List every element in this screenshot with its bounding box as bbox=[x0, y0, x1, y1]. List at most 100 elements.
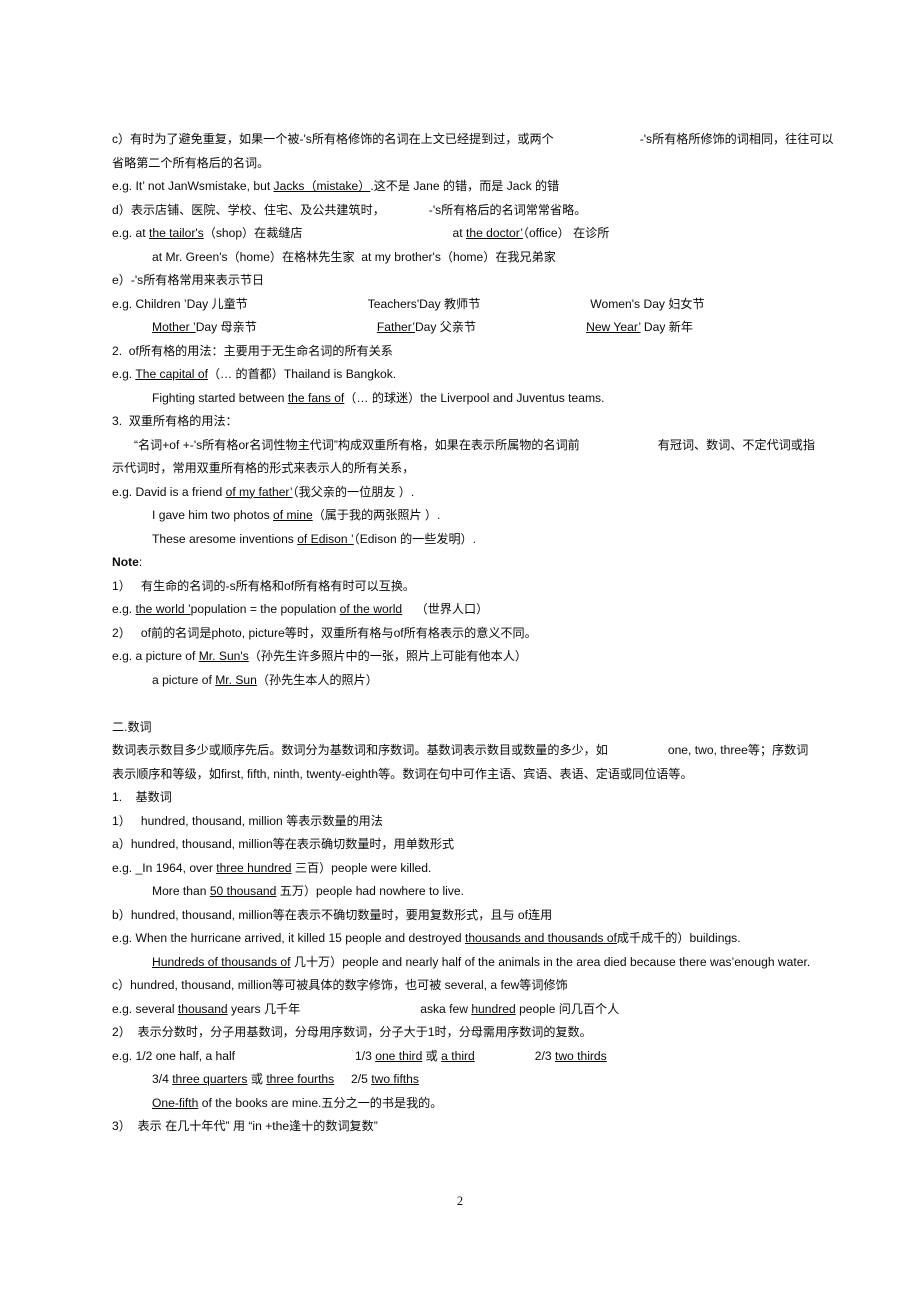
underlined-text: one third bbox=[375, 1048, 423, 1063]
text-run: 成千成千的）buildings. bbox=[616, 931, 741, 945]
text-line: c）有时为了避免重复，如果一个被-'s所有格修饰的名词在上文已经提到过，或两个 … bbox=[112, 128, 834, 152]
text-run: 表示顺序和等级，如first, fifth, ninth, twenty-eig… bbox=[112, 766, 693, 781]
text-line: a picture of Mr. Sun（孙先生本人的照片） bbox=[112, 669, 812, 693]
underlined-text: two fifths bbox=[371, 1072, 419, 1086]
text-line: a）hundred, thousand, million等在表示确切数量时，用单… bbox=[112, 833, 812, 857]
text-line: 表示顺序和等级，如first, fifth, ninth, twenty-eig… bbox=[112, 763, 812, 787]
text-line: at Mr. Green's（home）在格林先生家 at my brother… bbox=[112, 246, 812, 270]
underlined-text: New Year’ bbox=[586, 320, 641, 334]
text-line: d）表示店铺、医院、学校、住宅、及公共建筑时， -'s所有格后的名词常常省略。 bbox=[112, 199, 812, 223]
underlined-text: the tailor's bbox=[148, 226, 204, 240]
bold-text: Note bbox=[112, 555, 139, 569]
text-run: （… 的首都）Thailand is Bangkok. bbox=[207, 367, 397, 381]
text-run bbox=[608, 739, 668, 763]
text-line: e.g. Children ’Day 儿童节 Teachers'Day 教师节 … bbox=[112, 293, 812, 317]
text-run: -'s所有格所修饰的词相同，往往可以 bbox=[639, 132, 834, 146]
text-run: of the books are mine.五分之一的书是我的。 bbox=[198, 1095, 443, 1110]
text-run bbox=[235, 1045, 355, 1069]
text-line: 省略第二个所有格后的名词。 bbox=[112, 152, 812, 176]
text-run: e）-'s所有格常用来表示节日 bbox=[112, 273, 265, 287]
text-line: c）hundred, thousand, million等可被具体的数字修饰，也… bbox=[112, 974, 812, 998]
text-run: 2/5 bbox=[351, 1072, 372, 1086]
text-run: 3） 表示 在几十年代” 用 “in +the逢十的数词复数” bbox=[112, 1119, 378, 1133]
text-run: 2. of所有格的用法：主要用于无生命名词的所有关系 bbox=[112, 343, 393, 358]
text-line: 示代词时，常用双重所有格的形式来表示人的所有关系， bbox=[112, 457, 812, 481]
underlined-text: three quarters bbox=[172, 1072, 248, 1086]
text-line: I gave him two photos of mine（属于我的两张照片 ）… bbox=[112, 504, 812, 528]
text-run: e.g. When the hurricane arrived, it kill… bbox=[112, 931, 465, 945]
underlined-text: the doctor’ bbox=[465, 226, 523, 240]
text-run: “名词+of +-'s所有格or名词性物主代词”构成双重所有格，如果在表示所属物… bbox=[134, 437, 580, 452]
text-line: e.g. It’ not JanWsmistake, but Jacks（mis… bbox=[112, 175, 812, 199]
text-run: （… 的球迷）the Liverpool and Juventus teams. bbox=[344, 390, 605, 405]
text-line: “名词+of +-'s所有格or名词性物主代词”构成双重所有格，如果在表示所属物… bbox=[112, 434, 815, 458]
text-run: 或 bbox=[247, 1072, 267, 1086]
text-run bbox=[475, 1045, 535, 1069]
text-run: people 问几百个人 bbox=[515, 1001, 620, 1016]
text-run: 或 bbox=[422, 1048, 442, 1063]
text-line: 3/4 three quarters 或 three fourths 2/5 t… bbox=[112, 1068, 812, 1092]
text-run: （shop）在裁缝店 bbox=[203, 226, 303, 240]
text-line: 3） 表示 在几十年代” 用 “in +the逢十的数词复数” bbox=[112, 1115, 812, 1139]
underlined-text: The capital of bbox=[135, 367, 208, 381]
underlined-text: three fourths bbox=[266, 1072, 335, 1086]
text-run: 三百）people were killed. bbox=[291, 860, 432, 875]
text-run: Women's Day 妇女节 bbox=[590, 296, 705, 311]
text-run: -'s所有格后的名词常常省略。 bbox=[428, 202, 587, 217]
underlined-text: One-fifth bbox=[152, 1095, 199, 1110]
text-run: a）hundred, thousand, million等在表示确切数量时，用单… bbox=[112, 837, 455, 851]
document-text-body: c）有时为了避免重复，如果一个被-'s所有格修饰的名词在上文已经提到过，或两个 … bbox=[112, 128, 834, 1139]
text-run: Day 母亲节 bbox=[195, 320, 257, 334]
text-run: 2） 表示分数时，分子用基数词，分母用序数词，分子大于1时，分母需用序数词的复数… bbox=[112, 1025, 592, 1039]
text-run: 数词表示数目多少或顺序先后。数词分为基数词和序数词。基数词表示数目或数量的多少，… bbox=[112, 743, 608, 757]
text-run: （我父亲的一位朋友 ）. bbox=[292, 484, 415, 499]
text-line: Mother ’Day 母亲节 Father’Day 父亲节 New Year’… bbox=[112, 316, 812, 340]
text-run bbox=[385, 199, 429, 223]
text-run: 1. 基数词 bbox=[112, 790, 172, 804]
text-run: Day 父亲节 bbox=[414, 320, 477, 334]
underlined-text: Mr. Sun's bbox=[198, 649, 249, 663]
text-run: I gave him two photos bbox=[152, 508, 274, 522]
text-run: 五万）people had nowhere to live. bbox=[276, 884, 464, 898]
text-line: 2） 表示分数时，分子用基数词，分母用序数词，分子大于1时，分母需用序数词的复数… bbox=[112, 1021, 812, 1045]
text-run: 有冠词、数词、不定代词或指 bbox=[657, 437, 815, 452]
text-run bbox=[476, 316, 586, 340]
text-line: e.g. the world ’population = the populat… bbox=[112, 598, 812, 622]
text-run: b）hundred, thousand, million等在表示不确切数量时，要… bbox=[112, 907, 553, 922]
text-run: 3. 双重所有格的用法： bbox=[112, 414, 238, 428]
text-run: at bbox=[452, 226, 466, 240]
text-line: e.g. at the tailor's（shop）在裁缝店 at the do… bbox=[112, 222, 812, 246]
text-run: e.g. It’ not JanWsmistake, but bbox=[112, 179, 274, 193]
document-page: c）有时为了避免重复，如果一个被-'s所有格修饰的名词在上文已经提到过，或两个 … bbox=[0, 0, 920, 1301]
underlined-text: three hundred bbox=[216, 860, 292, 875]
text-run: years 几千年 bbox=[227, 1001, 301, 1016]
text-run: （office） 在诊所 bbox=[522, 226, 610, 240]
text-run: e.g. at bbox=[112, 226, 149, 240]
text-line: 3. 双重所有格的用法： bbox=[112, 410, 812, 434]
text-run: e.g. bbox=[112, 367, 136, 381]
text-run: 几十万）people and nearly half of the animal… bbox=[290, 954, 811, 969]
text-line: 2） of前的名词是photo, picture等时，双重所有格与of所有格表示… bbox=[112, 622, 812, 646]
text-run: e.g. 1/2 one half, a half bbox=[112, 1048, 236, 1063]
page-number: 2 bbox=[456, 1194, 464, 1208]
text-run: （孙先生本人的照片） bbox=[256, 672, 378, 687]
text-line bbox=[112, 692, 812, 716]
underlined-text: the world ’ bbox=[135, 602, 191, 616]
text-run: （世界人口） bbox=[402, 602, 489, 616]
underlined-text: Hundreds of thousands of bbox=[152, 954, 291, 969]
text-run: population = the population bbox=[190, 602, 340, 616]
text-run: 示代词时，常用双重所有格的形式来表示人的所有关系， bbox=[112, 461, 415, 475]
text-run: 2/3 bbox=[534, 1048, 555, 1063]
text-line: More than 50 thousand 五万）people had nowh… bbox=[112, 880, 812, 904]
text-run bbox=[334, 1072, 351, 1086]
text-run: a picture of bbox=[152, 672, 216, 687]
underlined-text: a third bbox=[441, 1048, 475, 1063]
text-line: Hundreds of thousands of 几十万）people and … bbox=[112, 951, 812, 975]
text-line: 1） hundred, thousand, million 等表示数量的用法 bbox=[112, 810, 812, 834]
text-run: 省略第二个所有格后的名词。 bbox=[112, 155, 270, 170]
text-line: e.g. David is a friend of my father’（我父亲… bbox=[112, 481, 812, 505]
underlined-text: thousands and thousands of bbox=[464, 931, 617, 945]
text-run: e.g. David is a friend bbox=[112, 484, 226, 499]
text-run: 1） hundred, thousand, million 等表示数量的用法 bbox=[112, 813, 383, 828]
text-run: .这不是 Jane 的错，而是 Jack 的错 bbox=[370, 179, 560, 193]
